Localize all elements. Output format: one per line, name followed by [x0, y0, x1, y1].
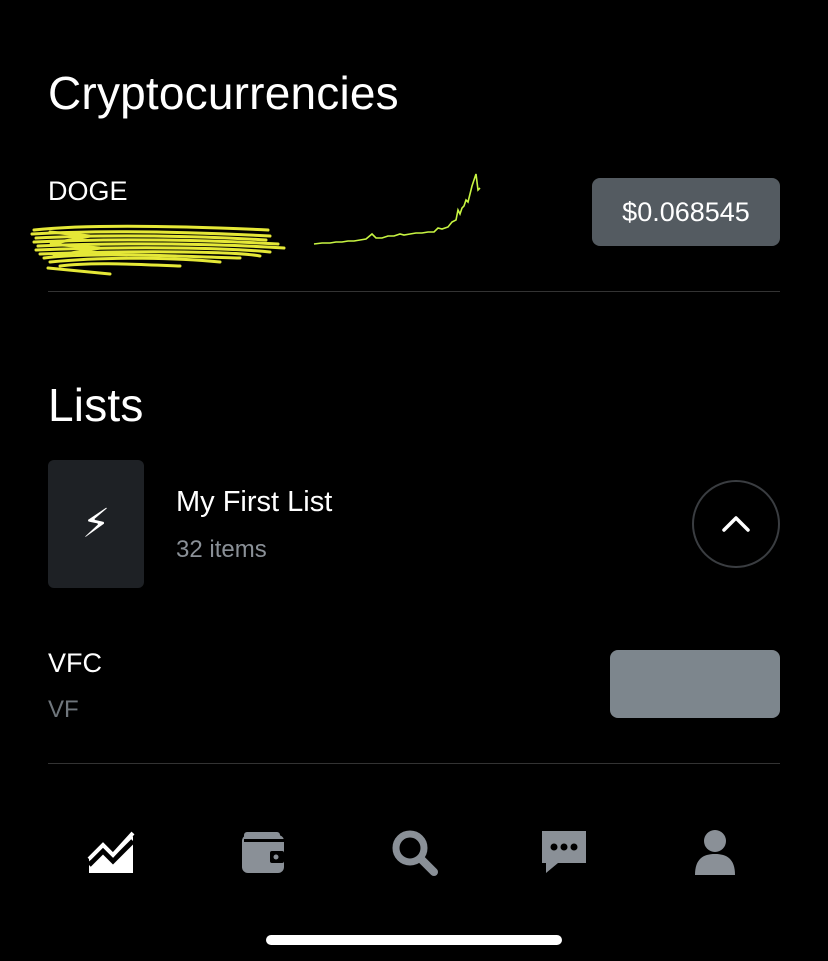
- redaction-scribble: [30, 224, 286, 276]
- crypto-price-button[interactable]: $0.068545: [592, 178, 780, 246]
- tab-search[interactable]: [386, 824, 442, 880]
- tab-messages[interactable]: [536, 824, 592, 880]
- stock-ticker: VFC: [48, 648, 102, 678]
- person-icon: [695, 830, 735, 875]
- stock-name: VF: [48, 696, 79, 723]
- stock-price-button[interactable]: [610, 650, 780, 718]
- list-name: My First List: [176, 486, 333, 518]
- crypto-section-title: Cryptocurrencies: [48, 67, 399, 119]
- crypto-ticker: DOGE: [48, 176, 128, 206]
- wallet-icon: [242, 832, 284, 873]
- tab-account[interactable]: [687, 824, 743, 880]
- bottom-tab-bar: [0, 810, 828, 890]
- chart-icon: [87, 831, 135, 873]
- crypto-row[interactable]: DOGE $0.068545: [30, 160, 780, 292]
- stock-row-vfc[interactable]: VFC VF: [48, 634, 780, 764]
- collapse-list-button[interactable]: [692, 480, 780, 568]
- list-item-my-first-list[interactable]: ⚡ My First List 32 items: [48, 460, 780, 588]
- lightning-icon: ⚡: [48, 460, 144, 588]
- chevron-up-icon: [722, 516, 750, 532]
- app-screen: Cryptocurrencies DOGE $0.068545 Lists ⚡ …: [0, 0, 828, 961]
- list-item-count: 32 items: [176, 536, 267, 563]
- tab-investing[interactable]: [83, 824, 139, 880]
- home-indicator[interactable]: [266, 935, 562, 945]
- tab-wallet[interactable]: [235, 824, 291, 880]
- chat-icon: [542, 831, 586, 873]
- search-icon: [392, 830, 438, 876]
- lists-section-title: Lists: [48, 379, 144, 431]
- price-sparkline: [313, 173, 481, 245]
